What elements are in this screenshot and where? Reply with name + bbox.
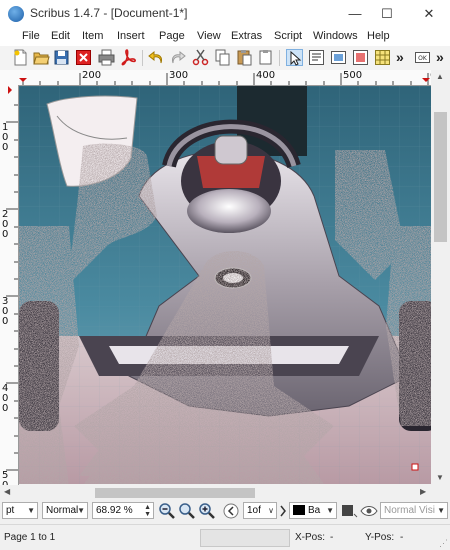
undo-icon[interactable] xyxy=(148,49,165,66)
eye-icon[interactable] xyxy=(360,502,378,520)
minimize-button[interactable]: — xyxy=(340,2,370,26)
export-pdf-icon[interactable] xyxy=(119,49,136,66)
cut-icon[interactable] xyxy=(192,49,209,66)
select-item-icon[interactable] xyxy=(286,49,303,66)
window-title: Scribus 1.4.7 - [Document-1*] xyxy=(30,6,188,20)
render-mode-selector[interactable]: Normal ▼ xyxy=(42,502,88,519)
toolbar-overflow-button-2[interactable]: » xyxy=(436,49,444,65)
paste-special-icon[interactable] xyxy=(257,49,274,66)
vertical-ruler[interactable]: 1 0 0 2 0 0 3 0 0 4 0 0 5 0 xyxy=(0,85,19,485)
x-position-label: X-Pos: xyxy=(295,532,326,543)
scroll-right-icon[interactable]: ▶ xyxy=(420,487,426,496)
preview-mode-value: Normal Visi xyxy=(384,505,435,516)
resize-grip-icon[interactable]: ⋰ xyxy=(439,538,448,549)
chevron-down-icon: ▼ xyxy=(77,506,85,515)
redo-icon[interactable] xyxy=(169,49,186,66)
scroll-up-icon[interactable]: ▲ xyxy=(436,72,444,81)
progress-bar xyxy=(200,529,290,547)
previous-page-icon[interactable] xyxy=(222,502,240,520)
ruler-label: 1 0 0 xyxy=(2,122,9,153)
layer-selector[interactable]: Ba ▼ xyxy=(289,502,337,519)
horizontal-ruler-ticks xyxy=(19,73,430,85)
svg-text:OK: OK xyxy=(418,55,428,62)
paste-icon[interactable] xyxy=(236,49,253,66)
chevron-down-icon: ▼ xyxy=(326,506,334,515)
layer-value: Ba xyxy=(308,505,321,516)
ruler-origin[interactable] xyxy=(0,70,19,86)
ruler-label: 500 xyxy=(343,70,363,81)
unit-value: pt xyxy=(6,505,15,516)
page-selector-value: 1of xyxy=(247,505,261,516)
page-selector[interactable]: 1of ∨ xyxy=(243,502,277,519)
preview-mode-selector[interactable]: Normal Visi ▼ xyxy=(380,502,448,519)
close-button[interactable]: ✕ xyxy=(414,2,444,26)
zoom-100-icon[interactable] xyxy=(178,502,196,520)
menu-file[interactable]: File xyxy=(22,30,40,42)
horizontal-scrollbar[interactable]: ◀ ▶ xyxy=(0,485,431,500)
ruler-label: 2 0 0 xyxy=(2,209,9,240)
zoom-value: 68.92 % xyxy=(96,505,133,516)
copy-icon[interactable] xyxy=(214,49,231,66)
horizontal-ruler[interactable]: 200 300 400 500 600 xyxy=(18,70,431,86)
preflight-icon[interactable]: OK xyxy=(414,49,431,66)
toolbar-overflow-button[interactable]: » xyxy=(396,49,404,65)
save-icon[interactable] xyxy=(53,49,70,66)
ruler-label: 400 xyxy=(256,70,276,81)
print-icon[interactable] xyxy=(98,49,115,66)
render-frame-icon[interactable] xyxy=(352,49,369,66)
chevron-down-icon: ∨ xyxy=(268,506,274,515)
next-page-icon[interactable] xyxy=(280,504,286,522)
image-frame-icon[interactable] xyxy=(330,49,347,66)
menu-script[interactable]: Script xyxy=(274,30,302,42)
main-toolbar: » OK » xyxy=(0,46,450,71)
x-position-value: - xyxy=(330,532,334,543)
scroll-left-icon[interactable]: ◀ xyxy=(4,487,10,496)
view-toolbar: pt ▼ Normal ▼ 68.92 % ▲ ▼ 1of ∨ Ba ▼ Normal Vi… xyxy=(0,500,450,522)
menu-windows[interactable]: Windows xyxy=(313,30,358,42)
toolbar-separator xyxy=(279,50,280,66)
title-bar: Scribus 1.4.7 - [Document-1*] — ☐ ✕ xyxy=(0,0,450,28)
zoom-input[interactable]: 68.92 % ▲ ▼ xyxy=(92,502,154,519)
chevron-down-icon: ▼ xyxy=(437,506,445,515)
toolbar-separator xyxy=(142,50,143,66)
y-position-value: - xyxy=(400,532,404,543)
ruler-label: 3 0 0 xyxy=(2,296,9,327)
menu-edit[interactable]: Edit xyxy=(51,30,70,42)
render-mode-value: Normal xyxy=(46,505,79,516)
zoom-out-icon[interactable] xyxy=(158,502,176,520)
open-icon[interactable] xyxy=(33,49,50,66)
menu-item[interactable]: Item xyxy=(82,30,103,42)
horizontal-scroll-thumb[interactable] xyxy=(95,488,255,498)
ruler-label: 300 xyxy=(169,70,189,81)
menu-bar: File Edit Item Insert Page View Extras S… xyxy=(0,28,450,70)
new-document-icon[interactable] xyxy=(12,49,29,66)
zoom-in-icon[interactable] xyxy=(198,502,216,520)
color-preview-icon[interactable] xyxy=(340,502,358,520)
vertical-scrollbar[interactable]: ▲ ▼ xyxy=(431,70,450,485)
vertical-scroll-thumb[interactable] xyxy=(434,112,447,242)
spin-arrows-icon: ▲ ▼ xyxy=(144,504,151,518)
ruler-label: 200 xyxy=(82,70,102,81)
menu-view[interactable]: View xyxy=(197,30,221,42)
ruler-label: 4 0 0 xyxy=(2,383,9,414)
layer-color-swatch xyxy=(293,505,305,516)
table-icon[interactable] xyxy=(374,49,391,66)
chevron-down-icon: ▼ xyxy=(27,506,35,515)
document-canvas[interactable] xyxy=(19,86,431,484)
text-frame-icon[interactable] xyxy=(308,49,325,66)
maximize-button[interactable]: ☐ xyxy=(372,2,402,26)
ruler-label: 5 0 xyxy=(2,470,9,486)
canvas-artwork xyxy=(19,86,431,484)
menu-insert[interactable]: Insert xyxy=(117,30,145,42)
status-bar: Page 1 to 1 X-Pos: - Y-Pos: - ⋰ xyxy=(0,524,450,550)
close-document-icon[interactable] xyxy=(75,49,92,66)
scribus-app-icon xyxy=(8,6,24,22)
unit-selector[interactable]: pt ▼ xyxy=(2,502,38,519)
menu-help[interactable]: Help xyxy=(367,30,390,42)
menu-extras[interactable]: Extras xyxy=(231,30,262,42)
menu-page[interactable]: Page xyxy=(159,30,185,42)
y-position-label: Y-Pos: xyxy=(365,532,395,543)
scroll-down-icon[interactable]: ▼ xyxy=(436,473,444,482)
page-info: Page 1 to 1 xyxy=(4,532,56,543)
